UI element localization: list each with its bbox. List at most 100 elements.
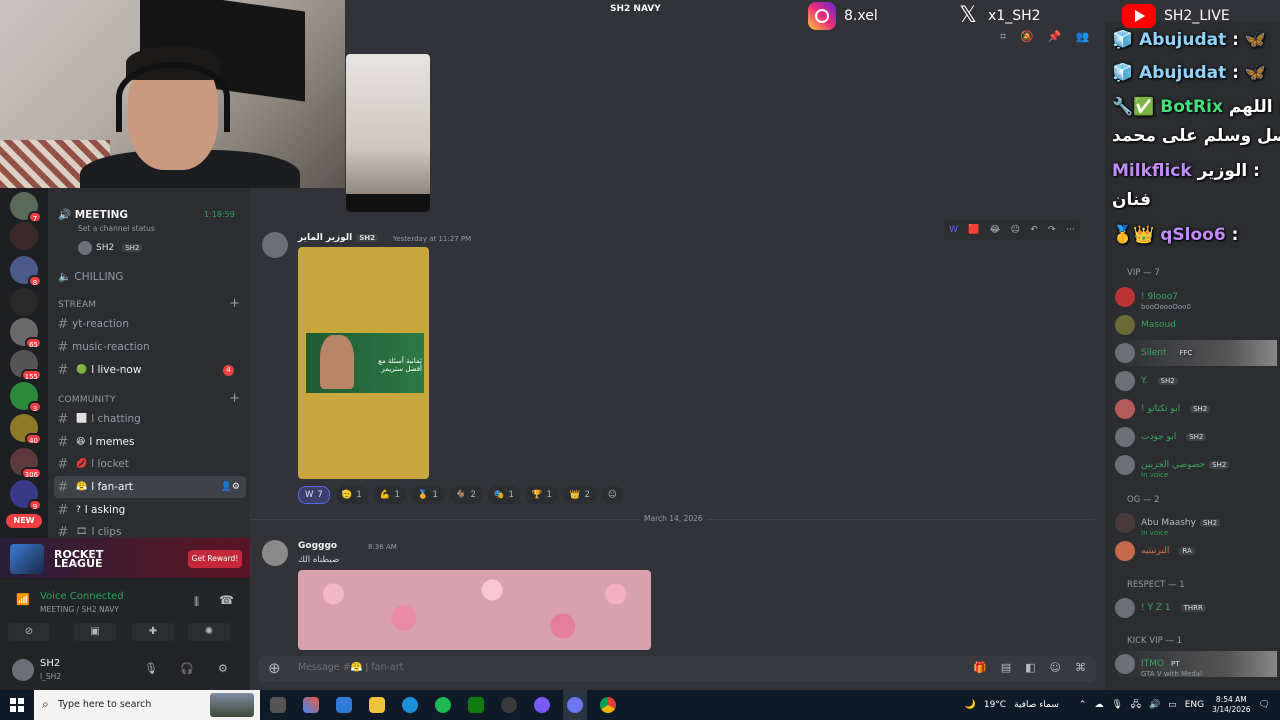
channel-yt-reaction[interactable]: # yt-reaction: [54, 313, 246, 335]
get-reward-button[interactable]: Get Reward!: [188, 550, 242, 568]
file-explorer-icon[interactable]: [369, 697, 385, 713]
server-icon[interactable]: 155: [10, 350, 42, 381]
onedrive-icon[interactable]: ☁: [1094, 700, 1103, 710]
member-item[interactable]: Masoud: [1115, 312, 1277, 338]
reaction-laugh-icon[interactable]: 😂: [990, 225, 1001, 235]
camera-off-button[interactable]: ⊘: [8, 623, 50, 641]
microphone-icon[interactable]: 🎙: [144, 662, 158, 675]
server-icon[interactable]: [10, 288, 38, 316]
start-button[interactable]: [10, 698, 24, 712]
task-view-icon[interactable]: [270, 697, 286, 713]
member-item[interactable]: البرنيتيه RA: [1115, 538, 1277, 564]
upload-icon[interactable]: ⊕: [268, 659, 281, 677]
server-icon[interactable]: 40: [10, 414, 42, 445]
message-composer[interactable]: ⊕ Message #😤 ǀ fan-art 🎁 ▤ ◧ ☺ ⌘: [258, 656, 1096, 682]
member-item[interactable]: ! ابو تكتاتو SH2: [1115, 396, 1277, 422]
image-attachment[interactable]: [298, 570, 651, 650]
reaction-chip[interactable]: 🐐 2: [449, 486, 482, 504]
server-icon[interactable]: 7: [10, 192, 42, 223]
reaction-chip[interactable]: 🫡 1: [335, 486, 368, 504]
channel-music-reaction[interactable]: # music-reaction: [54, 336, 246, 358]
notifications-icon[interactable]: 🗨: [1259, 700, 1270, 710]
screen-share-button[interactable]: ▣: [74, 623, 116, 641]
reaction-chip[interactable]: 💪 1: [373, 486, 406, 504]
chevron-up-icon[interactable]: ⌃: [1079, 700, 1087, 710]
edge-icon[interactable]: [402, 697, 418, 713]
voice-channel-meeting[interactable]: 🔊 MEETING: [58, 208, 128, 221]
username[interactable]: SH2: [40, 658, 60, 669]
promo-banner[interactable]: ROCKET LEAGUE Get Reward!: [0, 538, 250, 578]
add-channel-icon[interactable]: +: [229, 296, 240, 311]
chrome-icon[interactable]: [600, 697, 616, 713]
weather-temp[interactable]: 19°C: [984, 700, 1006, 710]
member-item[interactable]: ! 9looo7 booOoooOoo0: [1115, 284, 1277, 311]
activities-button[interactable]: ✚: [132, 623, 174, 641]
gift-icon[interactable]: 🎁: [973, 661, 987, 674]
voice-status[interactable]: Voice Connected: [40, 591, 124, 602]
volume-icon[interactable]: 🔊: [1149, 700, 1160, 710]
fan-art-attachment[interactable]: ثمانية أسئلة مع أفضل ستريمر: [298, 247, 429, 479]
channel-fan-art[interactable]: # 😤 l fan-art 👤⚙: [54, 476, 246, 498]
add-reaction-icon[interactable]: ☺: [1011, 225, 1020, 235]
headphones-icon[interactable]: 🎧: [180, 662, 194, 675]
channel-memes[interactable]: # 😆 l memes: [54, 431, 246, 453]
server-icon[interactable]: 8: [10, 256, 42, 287]
voice-location[interactable]: MEETING / SH2 NAVY: [40, 605, 119, 614]
member-item[interactable]: Silent FFC: [1115, 340, 1277, 366]
twitch-icon[interactable]: [534, 697, 550, 713]
message-input[interactable]: Message #😤 ǀ fan-art: [298, 662, 403, 673]
avatar[interactable]: [12, 659, 34, 681]
battery-icon[interactable]: ▭: [1168, 700, 1177, 710]
copilot-icon[interactable]: [303, 697, 319, 713]
avatar[interactable]: [262, 232, 288, 258]
noise-suppression-icon[interactable]: ⫼: [194, 595, 199, 609]
voice-user[interactable]: SH2 SH2: [78, 241, 143, 255]
channel-asking[interactable]: #? l asking: [54, 499, 246, 521]
taskbar-search[interactable]: ⌕ Type here to search: [34, 690, 260, 720]
forward-icon[interactable]: ↷: [1048, 225, 1056, 235]
add-channel-icon[interactable]: +: [229, 391, 240, 406]
clock[interactable]: 8:54 AM 3/14/2026: [1212, 695, 1250, 715]
discord-icon[interactable]: [563, 690, 587, 720]
reaction-chip[interactable]: W7: [298, 486, 330, 504]
add-reaction-button[interactable]: ☺: [601, 486, 623, 504]
reaction-chip[interactable]: 🏆 1: [525, 486, 558, 504]
more-icon[interactable]: ⋯: [1066, 225, 1075, 235]
member-item[interactable]: ! Y Z 1 THRR: [1115, 595, 1277, 621]
reaction-chip[interactable]: 🎭 1: [487, 486, 520, 504]
apps-icon[interactable]: ⌘: [1075, 661, 1086, 674]
reaction-chip[interactable]: 🏅 1: [411, 486, 444, 504]
soundboard-button[interactable]: ✺: [188, 623, 230, 641]
server-icon[interactable]: 306: [10, 448, 42, 479]
category-stream[interactable]: STREAM: [58, 300, 96, 310]
disconnect-icon[interactable]: ☎: [219, 593, 234, 607]
network-icon[interactable]: 🖧: [1131, 697, 1141, 713]
server-icon[interactable]: 3: [10, 382, 42, 413]
server-icon[interactable]: 9: [10, 480, 42, 511]
emoji-icon[interactable]: ☺: [1050, 661, 1061, 674]
member-item[interactable]: Y. SH2: [1115, 368, 1277, 394]
channel-locket[interactable]: # 💋 l locket: [54, 453, 246, 475]
avatar[interactable]: [262, 540, 288, 566]
settings-icon[interactable]: ⚙: [218, 662, 228, 675]
xbox-icon[interactable]: [468, 697, 484, 713]
member-item[interactable]: ITMO PT GTA V with Medal: [1115, 651, 1277, 678]
member-item[interactable]: خصوصي الحزبين SH2 In voice: [1115, 452, 1277, 479]
reaction-icon[interactable]: 🟥: [968, 225, 979, 235]
channel-live-now[interactable]: # 🟢 l live-now 4: [54, 359, 246, 381]
previous-attachment[interactable]: [346, 54, 430, 212]
server-icon[interactable]: [10, 222, 38, 250]
channel-clips[interactable]: # 🎞 l clips: [54, 521, 246, 539]
spotify-icon[interactable]: [435, 697, 451, 713]
message-author[interactable]: الوزير الماير SH2: [298, 233, 379, 243]
channel-chatting[interactable]: # ⬜ l chatting: [54, 408, 246, 430]
language-indicator[interactable]: ENG: [1185, 700, 1204, 710]
member-item[interactable]: ابو جودت SH2: [1115, 424, 1277, 450]
reaction-w-icon[interactable]: W: [949, 225, 958, 235]
reaction-chip[interactable]: 👑 2: [563, 486, 596, 504]
gif-icon[interactable]: ▤: [1001, 661, 1011, 674]
play-store-icon[interactable]: [336, 697, 352, 713]
obs-icon[interactable]: [501, 697, 517, 713]
weather-text[interactable]: سماء صافية: [1014, 700, 1059, 710]
server-icon[interactable]: 65: [10, 318, 42, 349]
